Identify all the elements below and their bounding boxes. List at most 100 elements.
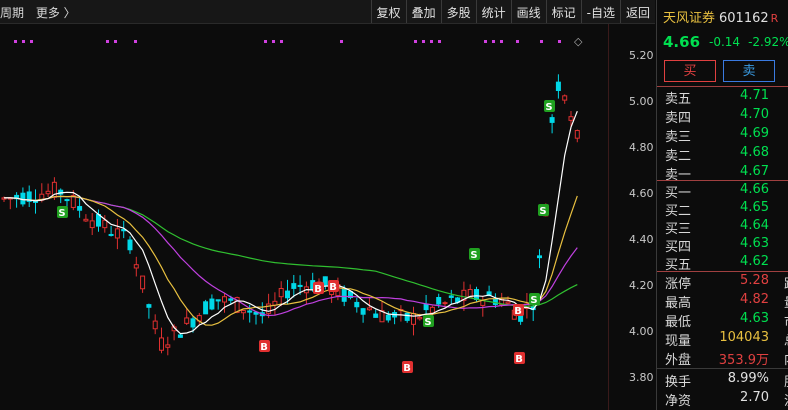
stat-label: 换手 (665, 375, 692, 390)
ask-label: 卖三 (665, 130, 692, 145)
back-button[interactable]: 返回 (619, 0, 655, 23)
candle-body (278, 288, 284, 298)
signal-dot (272, 40, 275, 43)
candle-body (114, 228, 120, 239)
candle-body (177, 334, 183, 338)
toolbar-left: 周期 更多 〉 (0, 4, 84, 21)
period-button[interactable]: 周期 (0, 6, 24, 20)
marker-label: S (530, 295, 537, 306)
ask-price: 4.71 (740, 88, 769, 103)
stat-tail: 内 (784, 349, 788, 368)
price-axis: 5.20 5.00 4.80 4.60 4.40 4.20 4.00 3.80 (608, 24, 656, 410)
draw-line-button[interactable]: 画线 (510, 0, 546, 23)
marker-label: S (539, 206, 546, 217)
candle-body (555, 81, 561, 91)
candle-body (285, 290, 290, 299)
bid-row-4[interactable]: 买四 4.63 (657, 236, 788, 255)
signal-dot (264, 40, 267, 43)
quote-panel: 天风证券 601162 R 4.66 -0.14 -2.92% 买 卖 卖五 4.71 … (656, 0, 788, 410)
ask-row-5[interactable]: 卖五 4.71 (657, 88, 788, 107)
y-tick-label: 3.80 (629, 371, 654, 384)
ask-price: 4.70 (740, 107, 769, 122)
marker-label: S (470, 250, 477, 261)
signal-dot (492, 40, 495, 43)
candle-body (140, 275, 146, 290)
ask-row-4[interactable]: 卖四 4.70 (657, 107, 788, 126)
chart-toolbar: 周期 更多 〉 复权 叠加 多股 统计 画线 标记 -自选 返回 (0, 0, 655, 24)
more-button[interactable]: 更多 〉 (36, 6, 76, 20)
candle-body (385, 314, 391, 321)
ask-label: 卖五 (665, 92, 692, 107)
bid-price: 4.62 (740, 254, 769, 269)
marker-label: B (514, 306, 522, 317)
buy-button[interactable]: 买 (664, 60, 716, 82)
y-tick-label: 4.20 (629, 279, 654, 292)
price-change: -0.14 -2.92% (709, 35, 788, 49)
ask-price: 4.67 (740, 164, 769, 179)
marker-label: B (314, 284, 322, 295)
signal-dot (414, 40, 417, 43)
marker-label: S (545, 102, 552, 113)
candle-body (411, 312, 416, 325)
bid-price: 4.65 (740, 200, 769, 215)
candle-body (429, 306, 435, 314)
statistics-button[interactable]: 统计 (475, 0, 511, 23)
candle-body (562, 95, 568, 101)
stat-label: 净资 (665, 394, 692, 409)
candle-body (537, 255, 542, 259)
stat-value: 104043 (719, 330, 769, 345)
signal-dot (280, 40, 283, 43)
candle-body (108, 233, 114, 236)
stat-row-turnover: 换手 8.99% 股 (657, 371, 788, 390)
mark-button[interactable]: 标记 (545, 0, 581, 23)
y-tick-label: 4.00 (629, 325, 654, 338)
stat-tail: 市 (784, 311, 788, 330)
remove-watchlist-button[interactable]: -自选 (580, 0, 620, 23)
stat-tail: 总 (784, 330, 788, 349)
marker-label: B (329, 282, 337, 293)
bid-row-2[interactable]: 买二 4.65 (657, 200, 788, 219)
candle-body (146, 304, 152, 308)
marker-label: B (515, 354, 523, 365)
marker-label: B (260, 342, 268, 353)
signal-dot (114, 40, 117, 43)
sell-button[interactable]: 卖 (723, 60, 775, 82)
candle-body (152, 320, 158, 330)
candle-body (549, 117, 555, 123)
stock-title: 天风证券 601162 R (663, 7, 778, 26)
candle-body (568, 116, 574, 121)
stat-row-limit-up: 涨停 5.28 跌 (657, 273, 788, 292)
stat-tail: 量 (784, 292, 788, 311)
bid-row-3[interactable]: 买三 4.64 (657, 218, 788, 237)
candlestick-chart[interactable]: ◇BB BBBBSSSSSS (0, 24, 608, 410)
candle-body (240, 310, 246, 314)
candle-body (574, 130, 580, 139)
bid-row-1[interactable]: 买一 4.66 (657, 182, 788, 201)
candle-body (341, 288, 347, 302)
signal-dot (516, 40, 519, 43)
ask-row-2[interactable]: 卖二 4.68 (657, 145, 788, 164)
ask-price: 4.68 (740, 145, 769, 160)
ask-row-3[interactable]: 卖三 4.69 (657, 126, 788, 145)
ma20-line (4, 195, 578, 317)
candle-body (297, 284, 303, 287)
y-tick-label: 4.60 (629, 187, 654, 200)
signal-dot (106, 40, 109, 43)
stat-value: 4.63 (740, 311, 769, 326)
candle-body (417, 316, 423, 320)
bid-label: 买二 (665, 204, 692, 219)
overlay-button[interactable]: 叠加 (405, 0, 441, 23)
multi-stock-button[interactable]: 多股 (440, 0, 476, 23)
change-amount: -0.14 (709, 35, 741, 49)
candle-body (492, 298, 498, 305)
restore-rights-button[interactable]: 复权 (370, 0, 406, 23)
stat-value: 4.82 (740, 292, 769, 307)
stat-value: 8.99% (727, 371, 769, 386)
candle-body (215, 299, 221, 302)
y-tick-label: 5.00 (629, 95, 654, 108)
stock-name[interactable]: 天风证券 (663, 11, 715, 26)
candle-body (190, 318, 196, 328)
y-tick-label: 5.20 (629, 49, 654, 62)
ask-label: 卖二 (665, 149, 692, 164)
divider (657, 180, 788, 181)
